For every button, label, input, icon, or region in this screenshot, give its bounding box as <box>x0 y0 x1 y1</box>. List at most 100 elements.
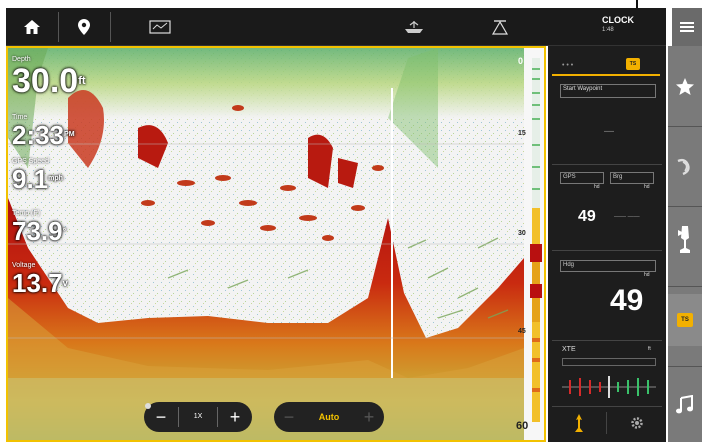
temp-number: 73.9 <box>12 216 63 246</box>
divider <box>668 126 702 127</box>
data-panel: • • • TS Start Waypoint — GPS hd Brg hd … <box>548 46 666 442</box>
gps-field-label: GPS <box>563 174 576 180</box>
gps-field[interactable]: GPS <box>560 172 604 184</box>
heading-field[interactable]: Hdg <box>560 260 656 272</box>
depth-scale-bar <box>530 58 542 422</box>
sonar-sweep-icon <box>677 158 690 176</box>
chart-view-button[interactable] <box>142 8 178 46</box>
voltage-number: 13.7 <box>12 268 63 298</box>
star-icon <box>676 78 694 95</box>
speed-number: 9.1 <box>12 164 49 194</box>
start-waypoint-button[interactable]: Start Waypoint <box>560 84 656 98</box>
depth-number: 30.0 <box>12 62 79 100</box>
motor-icon <box>678 226 690 253</box>
home-icon <box>24 20 40 34</box>
waypoint-button[interactable] <box>62 8 106 46</box>
divider <box>552 250 662 251</box>
tab-underline <box>552 74 660 76</box>
zoom-in-button[interactable]: + <box>218 402 252 432</box>
menu-button[interactable] <box>672 8 702 46</box>
xte-bar <box>562 358 656 366</box>
depth-unit: ft <box>78 75 86 87</box>
bearing-field-sub: hd <box>644 184 650 190</box>
panel-tab-badge-label: TS <box>629 61 637 67</box>
right-sidebar: TS <box>668 46 702 442</box>
nav-dash-value: — <box>604 126 614 137</box>
scale-tick-60: 60 <box>516 420 529 432</box>
divider <box>668 206 702 207</box>
scale-tick-15: 15 <box>518 130 526 137</box>
boat-icon <box>405 21 423 33</box>
mode-increase-button[interactable]: + <box>354 402 384 432</box>
temp-value: 73.9° <box>12 218 66 244</box>
view-badge-button[interactable]: TS <box>668 294 702 346</box>
top-bar: CLOCK 1:48 <box>6 8 666 46</box>
heading-field-sub: hd <box>644 272 650 278</box>
big-value: 49 <box>610 284 644 317</box>
zoom-icon <box>145 403 151 409</box>
xte-gauge <box>562 376 656 398</box>
gps-field-sub: hd <box>594 184 600 190</box>
sonar-sweep-button[interactable] <box>668 142 702 192</box>
divider <box>668 286 702 287</box>
depth-scale: 0 15 30 45 60 <box>516 48 544 440</box>
menu-icon <box>680 22 694 32</box>
sonar-image <box>8 48 524 440</box>
small-value: 49 <box>578 208 596 225</box>
trolling-motor-button[interactable] <box>668 214 702 264</box>
divider <box>552 164 662 165</box>
sonar-cone-icon <box>491 20 509 35</box>
zoom-level[interactable]: 1X <box>145 402 217 432</box>
clock-time: CLOCK <box>602 15 634 25</box>
scale-tick-0: 0 <box>518 56 524 66</box>
clock-readout: CLOCK 1:48 <box>602 15 634 35</box>
waypoint-icon <box>78 19 90 35</box>
mode-control: − Auto + <box>274 402 384 432</box>
music-note-icon <box>676 395 693 414</box>
zoom-control: − 1X + <box>144 402 252 432</box>
panel-tab-badge[interactable]: TS <box>626 58 640 70</box>
divider <box>552 406 662 407</box>
voltage-value: 13.7v <box>12 270 68 296</box>
favorites-button[interactable] <box>668 62 702 112</box>
bearing-field[interactable]: Brg <box>610 172 654 184</box>
divider <box>668 366 702 367</box>
speed-unit: mph <box>48 175 63 182</box>
time-value: 2:33PM <box>12 122 75 148</box>
time-unit: PM <box>64 131 75 138</box>
divider <box>58 12 59 42</box>
heading-field-label: Hdg <box>563 262 575 268</box>
small-value-suffix: —— —— <box>614 214 640 220</box>
voltage-unit: v <box>62 278 68 288</box>
bearing-field-label: Brg <box>613 174 623 180</box>
home-button[interactable] <box>10 8 54 46</box>
panel-page-dots[interactable]: • • • <box>562 62 573 69</box>
fish-icon <box>575 414 583 432</box>
scale-tick-45: 45 <box>518 328 526 335</box>
device-frame: CLOCK 1:48 TS Depth 30.0ft Time 2:33PM G… <box>0 0 702 442</box>
view-badge-icon: TS <box>677 313 693 327</box>
mode-decrease-button[interactable]: − <box>274 402 304 432</box>
music-button[interactable] <box>668 380 702 430</box>
speed-value: 9.1mph <box>12 166 63 192</box>
clock-sub: 1:48 <box>602 27 614 33</box>
fish-button[interactable] <box>568 412 590 434</box>
sonar-view-button[interactable] <box>482 8 518 46</box>
scale-tick-30: 30 <box>518 230 526 237</box>
mode-label[interactable]: Auto <box>304 402 354 432</box>
chart-view-icon <box>149 20 171 34</box>
sonar-view[interactable]: Depth 30.0ft Time 2:33PM GPS Speed 9.1mp… <box>6 46 546 442</box>
divider <box>606 412 607 434</box>
gear-icon <box>631 417 643 429</box>
divider <box>552 340 662 341</box>
settings-button[interactable] <box>626 412 648 434</box>
temp-unit: ° <box>62 226 67 236</box>
zoom-level-label: 1X <box>193 413 203 420</box>
time-number: 2:33 <box>12 120 65 150</box>
view-badge-label: TS <box>681 317 689 323</box>
xte-label: XTE <box>562 346 576 353</box>
boat-view-button[interactable] <box>396 8 432 46</box>
xte-unit: ft <box>648 346 651 352</box>
depth-value: 30.0ft <box>12 64 86 98</box>
divider <box>110 12 111 42</box>
